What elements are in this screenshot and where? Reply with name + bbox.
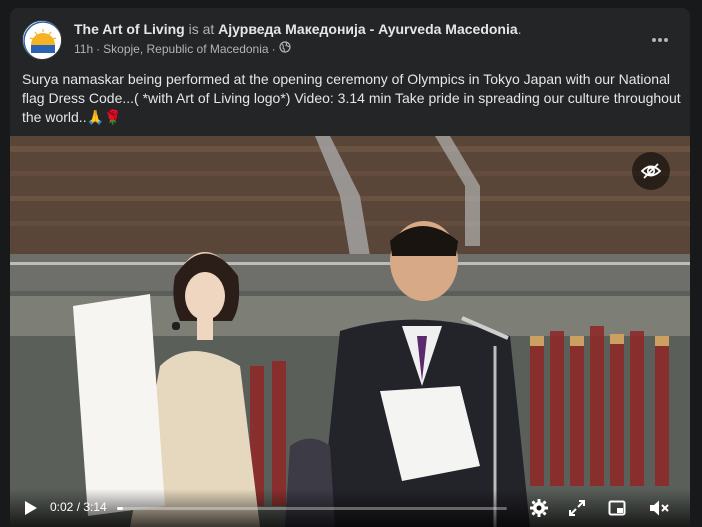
audience-separator: · [271,41,276,56]
picture-in-picture-button[interactable] [606,497,628,519]
more-options-button[interactable] [644,24,676,56]
period: . [517,21,522,37]
post-card: The Art of Living is at Ајурведа Македон… [10,8,690,527]
duration: 3:14 [83,500,107,514]
author-name[interactable]: The Art of Living [74,21,185,37]
video-player[interactable]: 0:02 / 3:14 [10,136,690,527]
time-separator: / [73,500,84,514]
globe-icon[interactable] [278,41,291,56]
progress-fill [117,507,123,510]
progress-bar[interactable] [117,507,507,510]
post-header: The Art of Living is at Ајурведа Македон… [22,20,678,64]
meta-separator: · [96,41,101,56]
post-time[interactable]: 11h [74,42,93,56]
video-time: 0:02 / 3:14 [50,500,107,514]
author-line: The Art of Living is at Ајурведа Македон… [74,21,522,37]
fullscreen-button[interactable] [566,497,588,519]
play-icon [25,501,37,515]
settings-button[interactable] [528,497,550,519]
picture-in-picture-icon [608,500,626,516]
is-at-text: is at [184,21,219,37]
video-controls: 0:02 / 3:14 [10,489,690,527]
more-horizontal-icon [652,38,668,42]
gear-icon [530,499,548,517]
post-place[interactable]: Skopje, Republic of Macedonia [103,42,268,56]
sensitive-content-button[interactable] [632,152,670,190]
art-of-living-logo [23,21,61,59]
mute-button[interactable] [648,497,672,519]
post-meta: 11h · Skopje, Republic of Macedonia · [74,41,291,56]
play-button[interactable] [20,496,42,520]
speaker-muted-icon [650,500,669,516]
post-text: Surya namaskar being performed at the op… [22,71,681,125]
avatar[interactable] [22,20,62,60]
current-time: 0:02 [50,500,74,514]
expand-icon [569,500,585,516]
eye-slash-icon [640,163,662,179]
video-frame [10,136,690,527]
location-link[interactable]: Ајурведа Македонија - Ayurveda Macedonia [218,21,517,37]
